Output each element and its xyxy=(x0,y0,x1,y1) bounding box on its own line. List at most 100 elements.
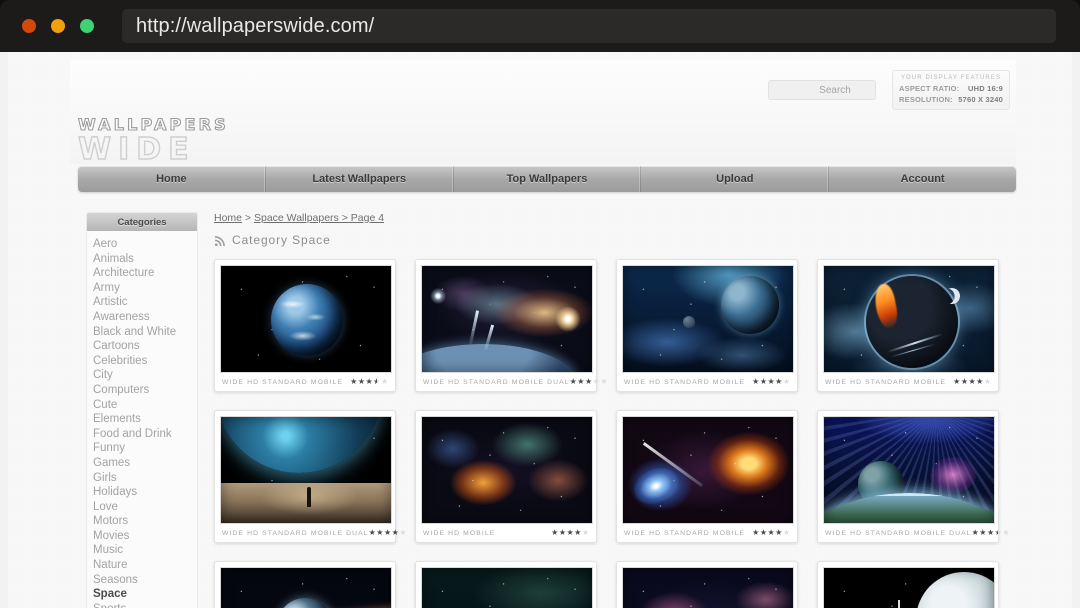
rating-stars[interactable]: ★ ★ ★ ★ ★ xyxy=(752,378,790,386)
wallpaper-preview-image[interactable] xyxy=(220,567,392,608)
category-item-sports[interactable]: Sports xyxy=(87,602,197,608)
wallpaper-preview-image[interactable] xyxy=(220,265,392,373)
rating-star[interactable]: ★ xyxy=(593,378,600,386)
category-item-holidays[interactable]: Holidays xyxy=(87,485,197,500)
rating-star[interactable]: ★ xyxy=(972,529,979,537)
category-item-music[interactable]: Music xyxy=(87,543,197,558)
wallpaper-thumbnail[interactable]: WIDE HD STANDARD MOBILE ★ ★ ★ ★ ★ xyxy=(214,259,396,392)
rating-stars[interactable]: ★ ★ ★ ★ ★ xyxy=(752,529,790,537)
wallpaper-preview-image[interactable] xyxy=(421,567,593,608)
rating-star[interactable]: ★ xyxy=(392,529,399,537)
rating-star[interactable]: ★ xyxy=(752,529,759,537)
wallpaper-thumbnail[interactable] xyxy=(817,561,999,608)
breadcrumb-home-link[interactable]: Home xyxy=(214,212,242,224)
wallpaper-preview-image[interactable] xyxy=(421,265,593,373)
category-item-computers[interactable]: Computers xyxy=(87,383,197,398)
category-item-games[interactable]: Games xyxy=(87,456,197,471)
wallpaper-preview-image[interactable] xyxy=(622,416,794,524)
rating-star[interactable]: ★ xyxy=(760,378,767,386)
rating-star[interactable]: ★ xyxy=(767,378,774,386)
rating-stars[interactable]: ★ ★ ★ ★ ★ xyxy=(953,378,991,386)
rating-star[interactable]: ★ xyxy=(760,529,767,537)
nav-item-upload[interactable]: Upload xyxy=(641,166,830,192)
breadcrumb-trail-link[interactable]: Space Wallpapers > Page 4 xyxy=(254,212,384,224)
rating-star[interactable]: ★ xyxy=(783,378,790,386)
category-item-army[interactable]: Army xyxy=(87,281,197,296)
wallpaper-thumbnail[interactable]: WIDE HD STANDARD MOBILE DUAL ★ ★ ★ ★ ★ xyxy=(415,259,607,392)
rating-star[interactable]: ★ xyxy=(968,378,975,386)
rating-star[interactable]: ★ xyxy=(752,378,759,386)
site-logo[interactable]: WALLPAPERS WIDE xyxy=(77,116,258,165)
nav-item-home[interactable]: Home xyxy=(78,166,266,192)
wallpaper-thumbnail[interactable]: WIDE HD STANDARD MOBILE ★ ★ ★ ★ ★ xyxy=(817,259,999,392)
category-item-architecture[interactable]: Architecture xyxy=(87,266,197,281)
rating-star[interactable]: ★ xyxy=(365,378,372,386)
rating-star[interactable]: ★ xyxy=(551,529,558,537)
category-item-celebrities[interactable]: Celebrities xyxy=(87,354,197,369)
rating-star[interactable]: ★ xyxy=(566,529,573,537)
rating-star[interactable]: ★ xyxy=(384,529,391,537)
rating-star[interactable]: ★ xyxy=(984,378,991,386)
rating-star[interactable]: ★ xyxy=(577,378,584,386)
rating-star[interactable]: ★ xyxy=(350,378,357,386)
wallpaper-preview-image[interactable] xyxy=(823,416,995,524)
search-input[interactable] xyxy=(769,81,901,99)
rating-star[interactable]: ★ xyxy=(767,529,774,537)
category-item-animals[interactable]: Animals xyxy=(87,252,197,267)
address-bar[interactable]: http://wallpaperswide.com/ xyxy=(122,9,1056,43)
wallpaper-thumbnail[interactable] xyxy=(616,561,798,608)
rating-star[interactable]: ★ xyxy=(574,529,581,537)
category-item-black-and-white[interactable]: Black and White xyxy=(87,325,197,340)
category-item-awareness[interactable]: Awareness xyxy=(87,310,197,325)
category-item-seasons[interactable]: Seasons xyxy=(87,573,197,588)
search-box[interactable] xyxy=(768,80,913,100)
rating-stars[interactable]: ★ ★ ★ ★ ★ xyxy=(551,529,589,537)
rating-star[interactable]: ★ xyxy=(979,529,986,537)
wallpaper-preview-image[interactable] xyxy=(823,567,995,608)
rating-star[interactable]: ★ xyxy=(783,529,790,537)
rating-star[interactable]: ★ xyxy=(961,378,968,386)
wallpaper-preview-image[interactable] xyxy=(421,416,593,524)
rating-star[interactable]: ★ xyxy=(381,378,388,386)
rating-stars[interactable]: ★ ★ ★ ★ ★ xyxy=(350,378,388,387)
rating-star[interactable]: ★ xyxy=(775,378,782,386)
category-item-funny[interactable]: Funny xyxy=(87,441,197,456)
rating-stars[interactable]: ★ ★ ★ ★ ★ xyxy=(972,529,1010,538)
category-item-nature[interactable]: Nature xyxy=(87,558,197,573)
wallpaper-preview-image[interactable] xyxy=(622,265,794,373)
wallpaper-preview-image[interactable] xyxy=(622,567,794,608)
rating-star[interactable]: ★ xyxy=(600,378,607,386)
rating-star[interactable]: ★ xyxy=(570,378,577,386)
wallpaper-preview-image[interactable] xyxy=(823,265,995,373)
rating-star[interactable]: ★ xyxy=(1002,529,1009,537)
rating-star[interactable]: ★ xyxy=(995,529,1002,538)
zoom-window-button[interactable] xyxy=(80,19,94,33)
wallpaper-preview-image[interactable] xyxy=(220,416,392,524)
category-item-aero[interactable]: Aero xyxy=(87,237,197,252)
category-item-motors[interactable]: Motors xyxy=(87,514,197,529)
nav-item-latest-wallpapers[interactable]: Latest Wallpapers xyxy=(266,166,454,192)
wallpaper-thumbnail[interactable]: WIDE HD STANDARD MOBILE DUAL ★ ★ ★ ★ ★ xyxy=(817,410,1009,543)
rating-star[interactable]: ★ xyxy=(358,378,365,386)
rating-star[interactable]: ★ xyxy=(373,378,380,387)
rating-star[interactable]: ★ xyxy=(399,529,406,537)
wallpaper-thumbnail[interactable]: WIDE HD STANDARD MOBILE ★ ★ ★ ★ ★ xyxy=(616,410,798,543)
category-item-love[interactable]: Love xyxy=(87,500,197,515)
wallpaper-thumbnail[interactable]: WIDE HD STANDARD MOBILE ★ ★ ★ ★ ★ xyxy=(616,259,798,392)
category-item-girls[interactable]: Girls xyxy=(87,471,197,486)
rating-stars[interactable]: ★ ★ ★ ★ ★ xyxy=(570,378,608,386)
rating-stars[interactable]: ★ ★ ★ ★ ★ xyxy=(369,529,407,537)
category-item-artistic[interactable]: Artistic xyxy=(87,295,197,310)
category-item-elements[interactable]: Elements xyxy=(87,412,197,427)
wallpaper-thumbnail[interactable] xyxy=(214,561,396,608)
category-item-food-and-drink[interactable]: Food and Drink xyxy=(87,427,197,442)
rating-star[interactable]: ★ xyxy=(369,529,376,537)
rating-star[interactable]: ★ xyxy=(976,378,983,386)
category-item-movies[interactable]: Movies xyxy=(87,529,197,544)
category-item-space[interactable]: Space xyxy=(87,587,197,602)
category-item-cartoons[interactable]: Cartoons xyxy=(87,339,197,354)
wallpaper-thumbnail[interactable]: WIDE HD MOBILE ★ ★ ★ ★ ★ xyxy=(415,410,597,543)
rss-icon[interactable] xyxy=(214,234,226,247)
close-window-button[interactable] xyxy=(22,19,36,33)
rating-star[interactable]: ★ xyxy=(376,529,383,537)
